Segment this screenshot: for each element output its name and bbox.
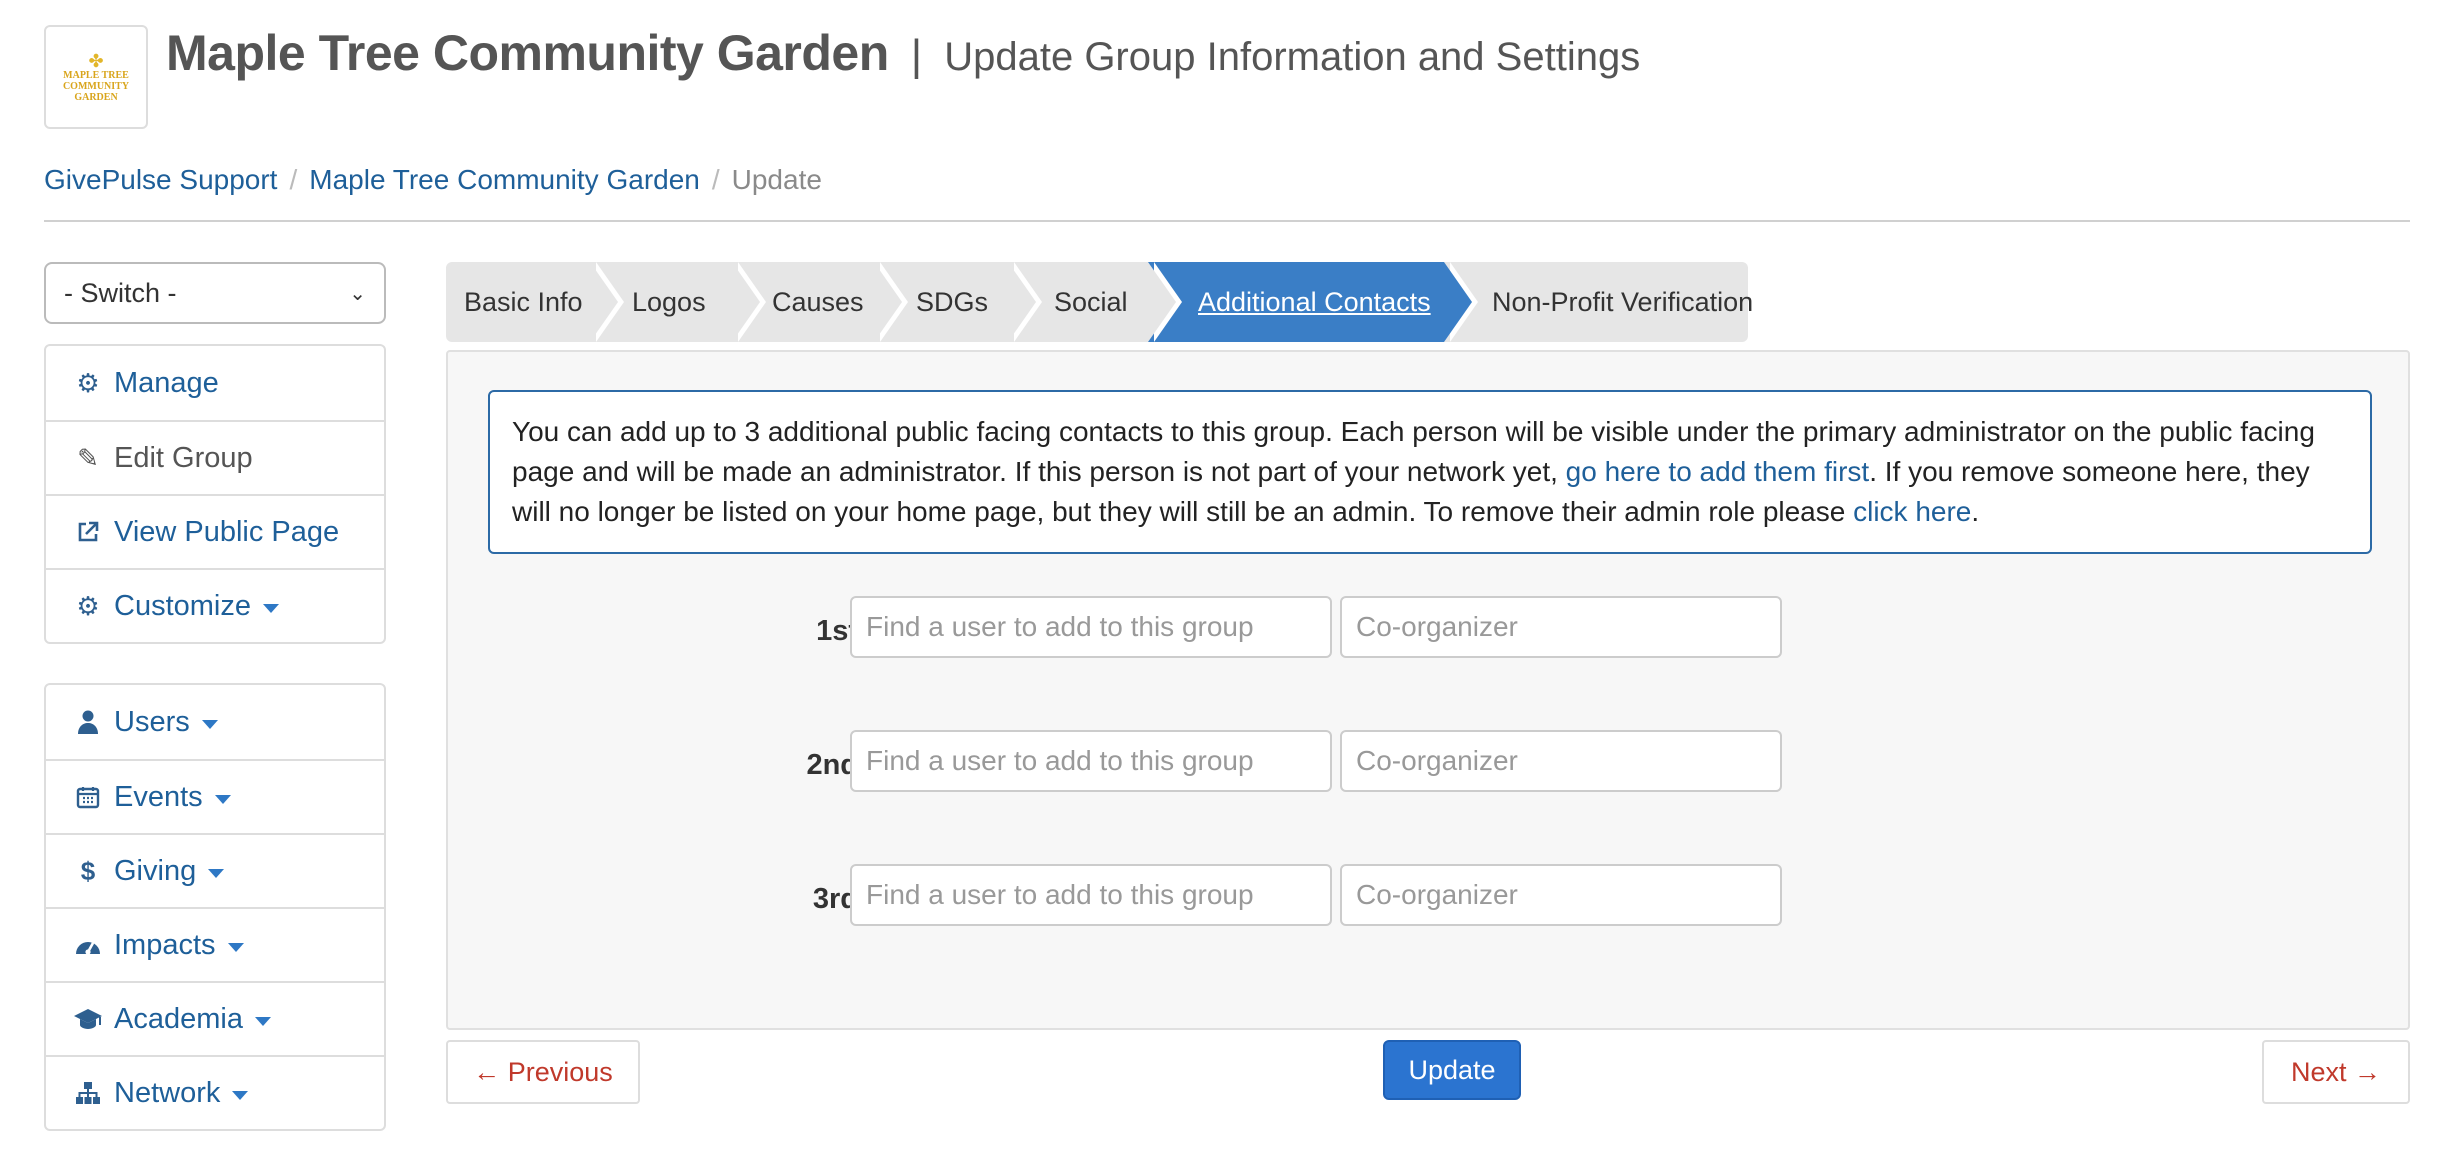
breadcrumb-separator: / (711, 164, 720, 195)
pencil-icon: ✎ (77, 442, 99, 473)
settings-tabs: Basic Info Logos Causes SDGs Social Addi… (446, 262, 1753, 342)
contact-row-label: 2nd (806, 748, 858, 781)
update-button[interactable]: Update (1383, 1040, 1521, 1100)
sidebar-item-label: Edit Group (114, 441, 253, 474)
header-divider (44, 220, 2410, 222)
gears-icon: ⚙ (76, 590, 100, 621)
sidebar-item-impacts[interactable]: Impacts (46, 907, 384, 981)
sidebar-item-label: View Public Page (114, 515, 340, 548)
caret-down-icon (232, 1090, 249, 1100)
sidebar-item-customize[interactable]: ⚙ Customize (46, 568, 384, 642)
dollar-icon: $ (80, 855, 96, 886)
sidebar-item-label: Customize (114, 589, 251, 622)
info-alert: You can add up to 3 additional public fa… (488, 390, 2372, 554)
tab-label: Logos (632, 286, 706, 317)
breadcrumb-givepulse-support[interactable]: GivePulse Support (44, 164, 277, 196)
tab-label: Basic Info (464, 286, 583, 317)
previous-button[interactable]: ← Previous (446, 1040, 640, 1104)
contact-3-role-input[interactable] (1340, 864, 1782, 926)
sitemap-icon (72, 1081, 104, 1105)
user-icon (72, 710, 104, 734)
caret-down-icon (214, 794, 231, 804)
switch-select[interactable]: - Switch - ⌄ (44, 262, 386, 324)
contact-row-2: 2nd (448, 730, 2412, 792)
caret-down-icon (254, 1016, 271, 1026)
contact-2-role-input[interactable] (1340, 730, 1782, 792)
caret-down-icon (227, 942, 244, 952)
graduation-cap-icon (72, 1008, 104, 1030)
page-header: Maple Tree Community Garden | Update Gro… (166, 24, 1640, 88)
breadcrumb-current: Update (731, 164, 822, 195)
contact-row-label: 1st (816, 614, 858, 647)
sidebar-item-giving[interactable]: $ Giving (46, 833, 384, 907)
sidebar-item-manage[interactable]: ⚙ Manage (46, 346, 384, 420)
next-button[interactable]: Next → (2262, 1040, 2410, 1104)
contact-2-user-input[interactable] (850, 730, 1332, 792)
contact-row-1: 1st (448, 596, 2412, 658)
title-separator: | (910, 31, 923, 80)
sidebar-item-network[interactable]: Network (46, 1055, 384, 1129)
page: ✤ MAPLE TREE COMMUNITY GARDEN Maple Tree… (0, 0, 2454, 1152)
calendar-icon (72, 785, 104, 809)
tab-label: Additional Contacts (1198, 286, 1431, 317)
group-logo[interactable]: ✤ MAPLE TREE COMMUNITY GARDEN (44, 25, 148, 129)
additional-contacts-panel: You can add up to 3 additional public fa… (446, 350, 2410, 1030)
dashboard-icon (72, 934, 104, 956)
sidebar-item-label: Impacts (114, 928, 216, 961)
sidebar-item-label: Giving (114, 854, 197, 887)
org-name: Maple Tree Community Garden (166, 25, 889, 81)
contact-3-user-input[interactable] (850, 864, 1332, 926)
tab-label: Non-Profit Verification (1492, 286, 1754, 317)
tab-label: SDGs (916, 286, 989, 317)
tab-label: Social (1054, 286, 1128, 317)
tab-additional-contacts[interactable]: Additional Contacts (1148, 262, 1478, 342)
sidebar-group-manage: ⚙ Manage ✎ Edit Group View Public Page ⚙… (44, 344, 386, 644)
logo-text: MAPLE TREE COMMUNITY GARDEN (62, 69, 130, 103)
sidebar-item-academia[interactable]: Academia (46, 981, 384, 1055)
page-title: Update Group Information and Settings (944, 35, 1641, 79)
contact-1-user-input[interactable] (850, 596, 1332, 658)
tab-basic-info[interactable]: Basic Info (446, 262, 624, 342)
breadcrumb-separator: / (289, 164, 298, 195)
external-link-icon (72, 520, 104, 544)
gears-icon: ⚙ (76, 367, 100, 398)
sidebar-item-events[interactable]: Events (46, 759, 384, 833)
info-text: . (1971, 496, 1980, 527)
sidebar-group-modules: Users Events $ Giving Impacts Academia N… (44, 683, 386, 1131)
tab-label: Causes (772, 286, 864, 317)
sidebar-item-view-public-page[interactable]: View Public Page (46, 494, 384, 568)
contact-row-3: 3rd (448, 864, 2412, 926)
breadcrumb: GivePulse Support / Maple Tree Community… (44, 164, 822, 196)
sidebar-item-users[interactable]: Users (46, 685, 384, 759)
contact-row-label: 3rd (812, 882, 858, 915)
caret-down-icon (201, 719, 218, 729)
remove-admin-link[interactable]: click here (1853, 496, 1971, 527)
chevron-down-icon: ⌄ (349, 282, 366, 305)
sidebar-item-label: Manage (114, 366, 219, 399)
caret-down-icon (263, 603, 279, 613)
breadcrumb-group[interactable]: Maple Tree Community Garden (309, 164, 700, 196)
tab-non-profit-verification[interactable]: Non-Profit Verification (1444, 262, 1753, 342)
contact-1-role-input[interactable] (1340, 596, 1782, 658)
sidebar-item-label: Users (114, 705, 190, 738)
sidebar-item-label: Events (114, 780, 203, 813)
switch-select-value: - Switch - (64, 277, 177, 308)
sidebar-item-label: Network (114, 1076, 221, 1109)
add-to-network-link[interactable]: go here to add them first (1566, 456, 1870, 487)
caret-down-icon (208, 868, 225, 878)
flower-icon: ✤ (88, 50, 104, 71)
sidebar-item-edit-group[interactable]: ✎ Edit Group (46, 420, 384, 494)
sidebar-item-label: Academia (114, 1002, 243, 1035)
